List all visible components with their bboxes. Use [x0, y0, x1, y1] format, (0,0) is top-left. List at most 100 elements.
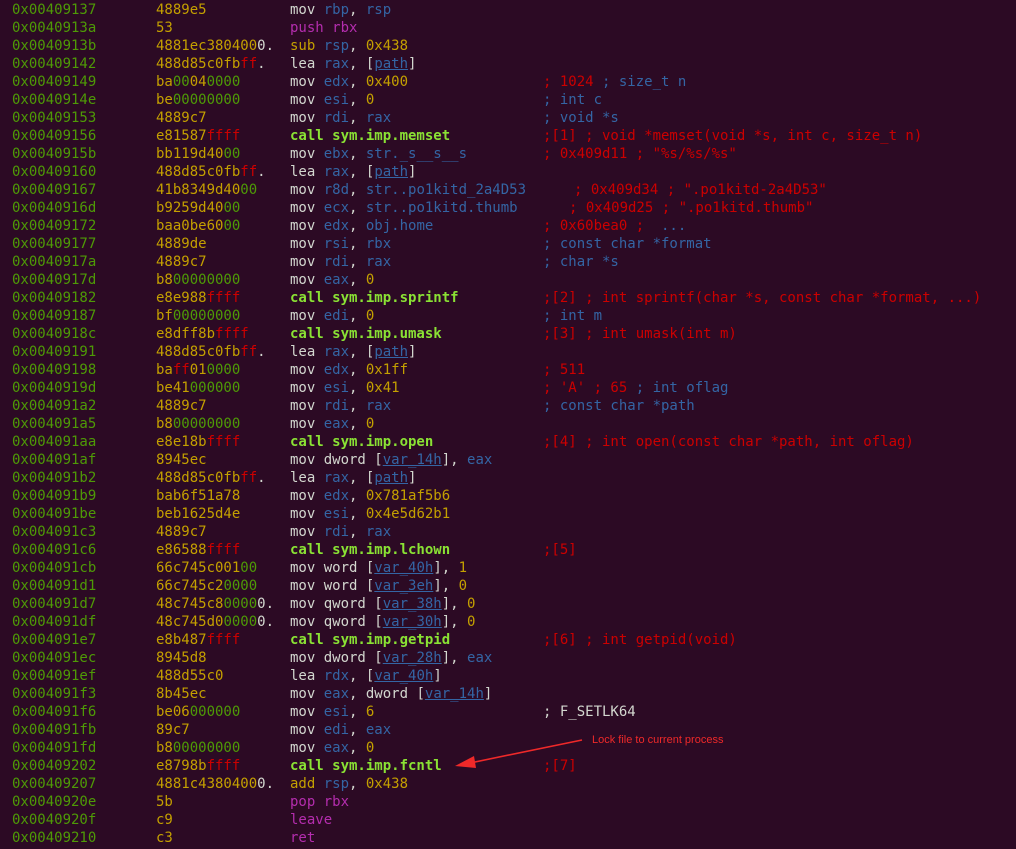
rows.9.instr-token: , [349, 164, 366, 180]
rows.4.bytes-token: ba [156, 74, 173, 90]
listing-row[interactable]: 0x004091d7 48c745c800000. mov qword [var_3… [0, 595, 1016, 613]
listing-row[interactable]: 0x004091c3 4889c7 mov rdi, rax [0, 523, 1016, 541]
listing-row[interactable]: 0x004091e7 e8b487ffff call sym.imp.getpid;… [0, 631, 1016, 649]
rows.46.bytes-token: c3 [156, 830, 173, 846]
rows.12.bytes-token: 00 [223, 218, 241, 234]
rows.3.bytes-token: ff [240, 56, 258, 72]
listing-row[interactable]: 0x0040913b 4881ec3804000. sub rsp, 0x438 [0, 37, 1016, 55]
listing-row[interactable]: 0x004091aa e8e18bffff call sym.imp.open ;[4… [0, 433, 1016, 451]
rows.20.instr-token: 0x1ff [365, 362, 409, 378]
rows.7.bytes-token: ffff [206, 128, 241, 144]
listing-row[interactable]: 0x004091fd b800000000 mov eax, 0 [0, 739, 1016, 757]
comment: ;[5] [543, 541, 577, 559]
rows.31.instr-token: ], [433, 560, 459, 576]
listing-row[interactable]: 0x004091d1 66c745c20000 mov word [var_3eh]… [0, 577, 1016, 595]
rows.9.bytes-token: 488d85c0fb [156, 164, 241, 180]
listing-row[interactable]: 0x004091be beb1625d4e mov esi, 0x4e5d62b1 [0, 505, 1016, 523]
listing-row[interactable]: 0x00409191 488d85c0fbff. lea rax, [path] [0, 343, 1016, 361]
address: 0x004091be [12, 506, 97, 522]
listing-row[interactable]: 0x0040920f c9 leave [0, 811, 1016, 829]
opcode-bytes: 4889c7 [156, 253, 207, 271]
listing-row[interactable]: 0x00409172 baa0be6000 mov edx, obj.home ; 0… [0, 217, 1016, 235]
instruction: mov word [var_40h], 1 [290, 559, 467, 577]
listing-row[interactable]: 0x00409182 e8e988ffff call sym.imp.sprintf… [0, 289, 1016, 307]
rows.44.instr-token: rbx [323, 794, 350, 810]
listing-row[interactable]: 0x0040916d b9259d4000 mov ecx, str..po1kit… [0, 199, 1016, 217]
rows.3.instr-token: rax [323, 56, 350, 72]
listing-row[interactable]: 0x004091df 48c745d000000. mov qword [var_3… [0, 613, 1016, 631]
rows.35.cmt-token: ;[6] ; int getpid(void) [543, 632, 737, 648]
rows.4.bytes-token: 0000 [206, 74, 241, 90]
rows.2.instr-token: sub [290, 38, 324, 54]
listing-row[interactable]: 0x004091cb 66c745c00100 mov word [var_40h]… [0, 559, 1016, 577]
address: 0x0040920f [12, 812, 97, 828]
address: 0x0040918c [12, 326, 97, 342]
listing-row[interactable]: 0x004091a5 b800000000 mov eax, 0 [0, 415, 1016, 433]
listing-row[interactable]: 0x004091f3 8b45ec mov eax, dword [var_14h] [0, 685, 1016, 703]
rows.2.instr-token: 0x438 [365, 38, 409, 54]
listing-row[interactable]: 0x00409207 4881c43804000. add rsp, 0x438 [0, 775, 1016, 793]
rows.37.bytes-token: 488d55c0 [156, 668, 224, 684]
rows.23.instr-token: eax [323, 416, 350, 432]
listing-row[interactable]: 0x00409187 bf00000000 mov edi, 0 ; int m [0, 307, 1016, 325]
rows.41.instr-token: 0 [365, 740, 375, 756]
listing-row[interactable]: 0x004091b2 488d85c0fbff. lea rax, [path] [0, 469, 1016, 487]
listing-row[interactable]: 0x004091fb 89c7 mov edi, eax [0, 721, 1016, 739]
listing-row[interactable]: 0x0040914e be00000000 mov esi, 0 ; int c [0, 91, 1016, 109]
rows.19.instr-token: ] [408, 344, 417, 360]
opcode-bytes: 488d85c0fbff. [156, 55, 266, 73]
listing-row[interactable]: 0x0040918c e8dff8bffff call sym.imp.umask;… [0, 325, 1016, 343]
opcode-bytes: be41000000 [156, 379, 240, 397]
listing-row[interactable]: 0x00409167 41b8349d4000 mov r8d, str..po1k… [0, 181, 1016, 199]
listing-row[interactable]: 0x00409198 baff010000 mov edx, 0x1ff ; 511 [0, 361, 1016, 379]
rows.26.bytes-token: ff [240, 470, 258, 486]
instruction: mov edx, obj.home [290, 217, 433, 235]
listing-row[interactable]: 0x004091c6 e86588ffff call sym.imp.lchown;… [0, 541, 1016, 559]
rows.0.instr-token: rsp [365, 2, 392, 18]
rows.33.instr-token: var_38h [382, 596, 442, 612]
rows.33.instr-token: ], [441, 596, 468, 612]
rows.37.instr-token: ] [433, 668, 442, 684]
rows.34.bytes-token: 0. [257, 614, 275, 630]
comment: ; 0x409d34 ; ".po1kitd-2a4D53" [574, 181, 827, 199]
listing-row[interactable]: 0x0040920e 5b pop rbx [0, 793, 1016, 811]
opcode-bytes: 8945d8 [156, 649, 207, 667]
listing-row[interactable]: 0x004091f6 be06000000 mov esi, 6 ; F_SETLK6… [0, 703, 1016, 721]
opcode-bytes: 4889e5 [156, 1, 207, 19]
rows.0.instr-token: mov [290, 2, 324, 18]
listing-row[interactable]: 0x004091a2 4889c7 mov rdi, rax ; const char… [0, 397, 1016, 415]
listing-row[interactable]: 0x004091ec 8945d8 mov dword [var_28h], eax [0, 649, 1016, 667]
listing-row[interactable]: 0x00409156 e81587ffff call sym.imp.memset;… [0, 127, 1016, 145]
listing-row[interactable]: 0x00409149 ba00040000 mov edx, 0x400 ; 1024… [0, 73, 1016, 91]
listing-row[interactable]: 0x0040913a 53 push rbx [0, 19, 1016, 37]
rows.9.instr-token: lea [290, 164, 324, 180]
listing-row[interactable]: 0x0040915b bb119d4000 mov ebx, str._s__s__… [0, 145, 1016, 163]
listing-row[interactable]: 0x0040917d b800000000 mov eax, 0 [0, 271, 1016, 289]
rows.34.instr-token: 0 [467, 614, 476, 630]
listing-row[interactable]: 0x00409142 488d85c0fbff. lea rax, [path] [0, 55, 1016, 73]
rows.43.bytes-token: 0. [257, 776, 275, 792]
rows.38.instr-token: mov [290, 686, 324, 702]
rows.20.cmt-token: ; 511 [543, 362, 586, 378]
listing-row[interactable]: 0x004091af 8945ec mov dword [var_14h], eax [0, 451, 1016, 469]
listing-row[interactable]: 0x00409177 4889de mov rsi, rbx ; const char… [0, 235, 1016, 253]
listing-row[interactable]: 0x004091b9 bab6f51a78 mov edx, 0x781af5b6 [0, 487, 1016, 505]
address: 0x004091a5 [12, 416, 97, 432]
opcode-bytes: 8b45ec [156, 685, 207, 703]
rows.9.instr-token: path [374, 164, 409, 180]
listing-row[interactable]: 0x00409137 4889e5 mov rbp, rsp [0, 1, 1016, 19]
rows.5.instr-token: esi [323, 92, 350, 108]
listing-row[interactable]: 0x00409210 c3 ret [0, 829, 1016, 847]
listing-row[interactable]: 0x0040917a 4889c7 mov rdi, rax ; char *s [0, 253, 1016, 271]
rows.4.cmt-token: ; 1024 [543, 74, 603, 90]
listing-row[interactable]: 0x0040919d be41000000 mov esi, 0x41 ; 'A' ;… [0, 379, 1016, 397]
rows.20.bytes-token: 0000 [206, 362, 241, 378]
listing-row[interactable]: 0x00409153 4889c7 mov rdi, rax ; void *s [0, 109, 1016, 127]
listing-row[interactable]: 0x00409160 488d85c0fbff. lea rax, [path] [0, 163, 1016, 181]
listing-row[interactable]: 0x004091ef 488d55c0 lea rdx, [var_40h] [0, 667, 1016, 685]
rows.5.bytes-token: 00000000 [172, 92, 241, 108]
opcode-bytes: be00000000 [156, 91, 240, 109]
rows.28.instr-token: 0x4e5d62b1 [365, 506, 451, 522]
listing-row[interactable]: 0x00409202 e8798bffff call sym.imp.fcntl ;[… [0, 757, 1016, 775]
rows.11.instr-token: ecx [323, 200, 350, 216]
